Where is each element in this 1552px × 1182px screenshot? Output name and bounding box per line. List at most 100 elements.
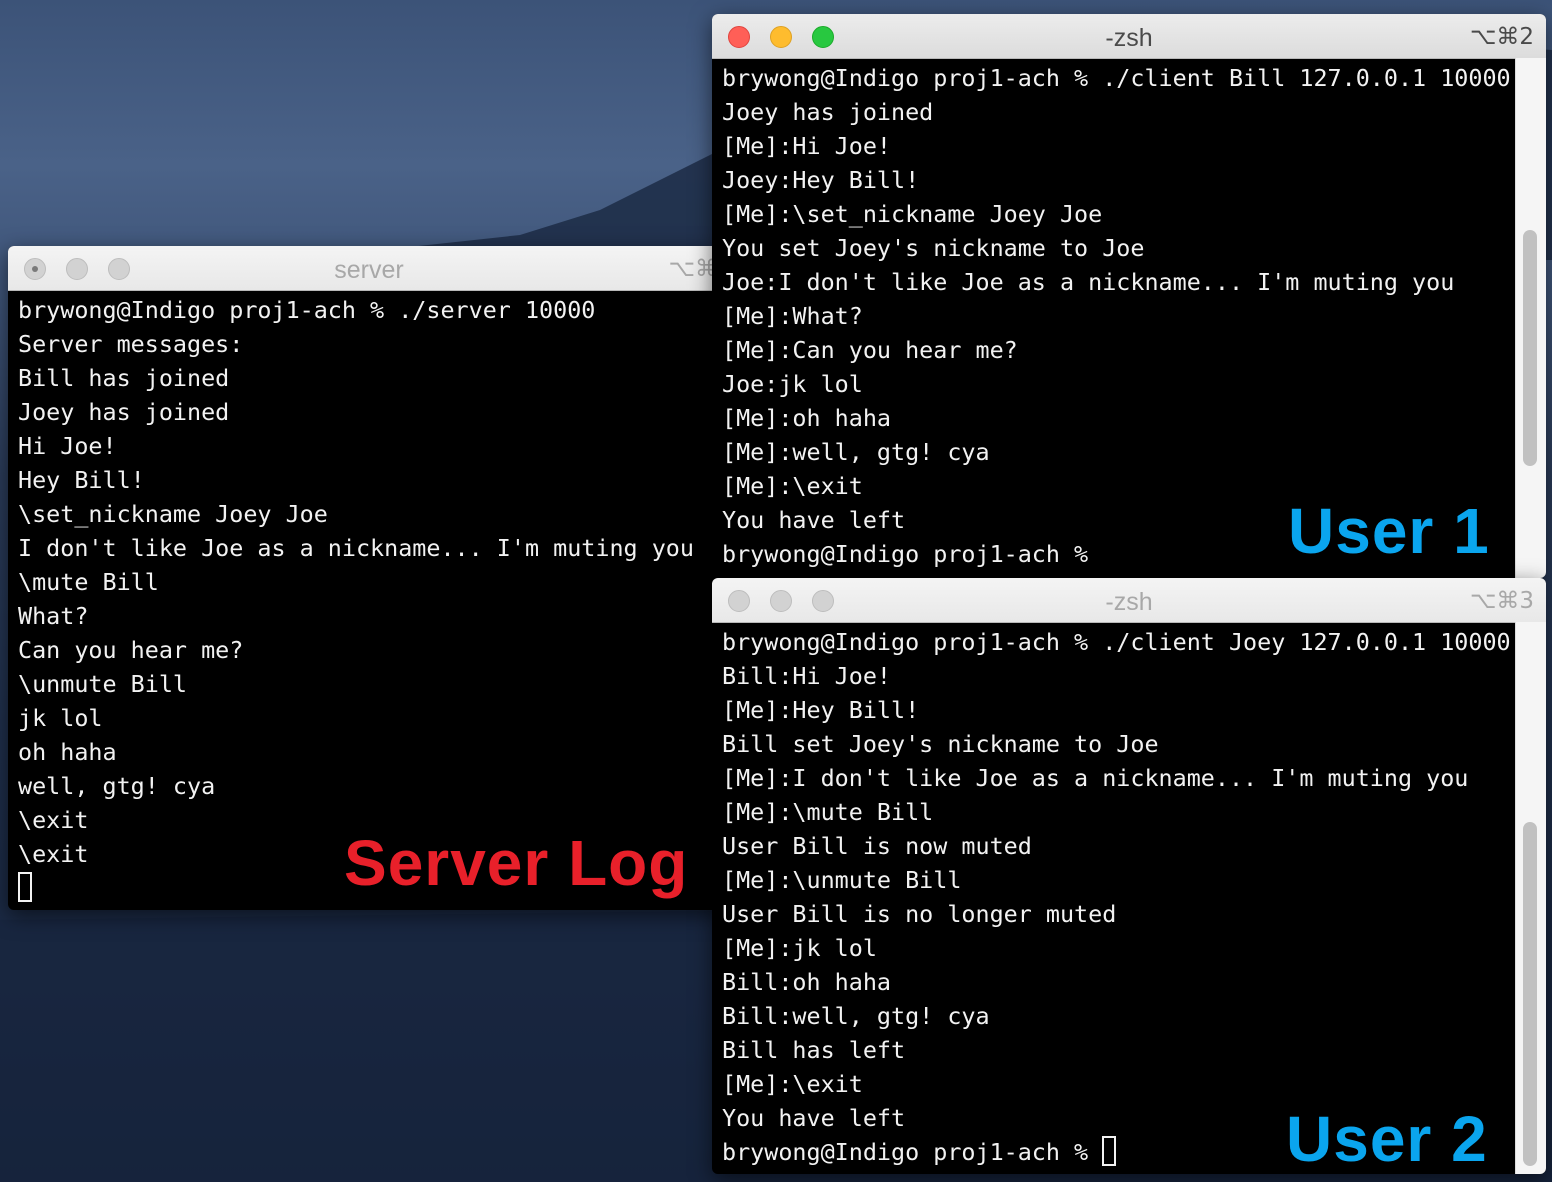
terminal-line: User Bill is no longer muted [722, 897, 1506, 931]
terminal-line-text: You set Joey's nickname to Joe [722, 234, 1145, 262]
terminal-line-text: Bill set Joey's nickname to Joe [722, 730, 1159, 758]
window-shortcut: ⌥⌘ [668, 256, 718, 282]
terminal-line: brywong@Indigo proj1-ach % ./client Bill… [722, 61, 1511, 95]
terminal-line-text: \set_nickname Joey Joe [18, 500, 328, 528]
terminal-line: [Me]:I don't like Joe as a nickname... I… [722, 761, 1506, 795]
terminal-line: I don't like Joe as a nickname... I'm mu… [18, 531, 720, 565]
terminal-line: You set Joey's nickname to Joe [722, 231, 1506, 265]
terminal-line: Bill:oh haha [722, 965, 1506, 999]
scrollbar[interactable] [1515, 622, 1546, 1174]
window-title: -zsh [1105, 588, 1153, 616]
terminal-line: \mute Bill [18, 565, 720, 599]
terminal-line: [Me]:\exit [722, 1067, 1506, 1101]
terminal-line-text: [Me]:\exit [722, 472, 863, 500]
terminal-line: well, gtg! cya [18, 769, 720, 803]
terminal-line: [Me]:oh haha [722, 401, 1506, 435]
terminal-line-text: brywong@Indigo proj1-ach % [722, 540, 1089, 568]
terminal-line-text: I don't like Joe as a nickname... I'm mu… [18, 534, 694, 562]
terminal-line-text: [Me]:Can you hear me? [722, 336, 1018, 364]
terminal-line: \unmute Bill [18, 667, 720, 701]
terminal-line: Joe:jk lol [722, 367, 1506, 401]
terminal-line: jk lol [18, 701, 720, 735]
terminal-line: Joey has joined [722, 95, 1506, 129]
user2-terminal-output[interactable]: brywong@Indigo proj1-ach % ./client Joey… [712, 623, 1546, 1169]
terminal-line-text: [Me]:What? [722, 302, 863, 330]
terminal-line: Joey has joined [18, 395, 720, 429]
terminal-line-text: Hi Joe! [18, 432, 117, 460]
terminal-line: Bill set Joey's nickname to Joe [722, 727, 1506, 761]
terminal-line-text: Bill has left [722, 1036, 906, 1064]
terminal-line-text: Hey Bill! [18, 466, 145, 494]
terminal-line-text: brywong@Indigo proj1-ach % ./server 1000… [18, 296, 596, 324]
terminal-line: Joe:I don't like Joe as a nickname... I'… [722, 265, 1506, 299]
terminal-line-text: Bill:oh haha [722, 968, 891, 996]
terminal-line-text: What? [18, 602, 89, 630]
terminal-line-text: [Me]:\unmute Bill [722, 866, 962, 894]
scrollbar-thumb[interactable] [1523, 230, 1537, 466]
terminal-line: brywong@Indigo proj1-ach % ./client Joey… [722, 625, 1511, 659]
terminal-line: Bill has joined [18, 361, 720, 395]
terminal-line-text: [Me]:\exit [722, 1070, 863, 1098]
terminal-line: [Me]:well, gtg! cya [722, 435, 1506, 469]
text-cursor [1102, 1136, 1117, 1166]
user1-label: User 1 [1288, 495, 1490, 567]
terminal-line-text: oh haha [18, 738, 117, 766]
scrollbar-thumb[interactable] [1523, 822, 1537, 1166]
terminal-line: Hi Joe! [18, 429, 720, 463]
user2-label: User 2 [1286, 1103, 1488, 1174]
terminal-line-text: [Me]:well, gtg! cya [722, 438, 990, 466]
terminal-line-text: \mute Bill [18, 568, 159, 596]
terminal-line: Bill:Hi Joe! [722, 659, 1506, 693]
terminal-line-text: jk lol [18, 704, 103, 732]
terminal-line-text: You have left [722, 1104, 906, 1132]
terminal-line-text: brywong@Indigo proj1-ach % ./client Joey… [722, 628, 1511, 656]
terminal-line: [Me]:\set_nickname Joey Joe [722, 197, 1506, 231]
terminal-line-text: Can you hear me? [18, 636, 244, 664]
terminal-line-text: Bill:Hi Joe! [722, 662, 891, 690]
scrollbar[interactable] [1515, 58, 1546, 578]
terminal-line: [Me]:Can you hear me? [722, 333, 1506, 367]
terminal-line: [Me]:\mute Bill [722, 795, 1506, 829]
window-shortcut: ⌥⌘2 [1469, 24, 1534, 50]
server-terminal-output[interactable]: brywong@Indigo proj1-ach % ./server 1000… [8, 291, 730, 905]
terminal-line-text: \exit [18, 840, 89, 868]
terminal-line-text: well, gtg! cya [18, 772, 216, 800]
terminal-line-text: [Me]:Hey Bill! [722, 696, 920, 724]
terminal-line-text: User Bill is now muted [722, 832, 1032, 860]
terminal-line-text: Joey:Hey Bill! [722, 166, 920, 194]
terminal-line-text: [Me]:jk lol [722, 934, 877, 962]
terminal-line: What? [18, 599, 720, 633]
terminal-line-text: Joey has joined [722, 98, 934, 126]
window-title: server [334, 256, 404, 284]
terminal-line: [Me]:Hey Bill! [722, 693, 1506, 727]
window-shortcut: ⌥⌘3 [1469, 588, 1534, 614]
server-terminal-window[interactable]: server ⌥⌘ brywong@Indigo proj1-ach % ./s… [8, 246, 730, 910]
terminal-line: User Bill is now muted [722, 829, 1506, 863]
user2-terminal-window[interactable]: -zsh ⌥⌘3 brywong@Indigo proj1-ach % ./cl… [712, 578, 1546, 1174]
terminal-line-text: You have left [722, 506, 906, 534]
user1-titlebar[interactable]: -zsh ⌥⌘2 [712, 14, 1546, 59]
text-cursor [18, 872, 32, 902]
terminal-line-text: User Bill is no longer muted [722, 900, 1117, 928]
terminal-line-text: [Me]:Hi Joe! [722, 132, 891, 160]
terminal-line: brywong@Indigo proj1-ach % ./server 1000… [18, 293, 720, 327]
user1-terminal-window[interactable]: -zsh ⌥⌘2 brywong@Indigo proj1-ach % ./cl… [712, 14, 1546, 578]
terminal-line: Bill:well, gtg! cya [722, 999, 1506, 1033]
server-titlebar[interactable]: server ⌥⌘ [8, 246, 730, 291]
terminal-line-text: Joey has joined [18, 398, 230, 426]
user2-titlebar[interactable]: -zsh ⌥⌘3 [712, 578, 1546, 623]
terminal-line-text: Server messages: [18, 330, 244, 358]
terminal-line-text: [Me]:\mute Bill [722, 798, 934, 826]
window-title: -zsh [1105, 24, 1153, 52]
terminal-line: Can you hear me? [18, 633, 720, 667]
terminal-line-text: brywong@Indigo proj1-ach % ./client Bill… [722, 64, 1511, 92]
terminal-line: \set_nickname Joey Joe [18, 497, 720, 531]
terminal-line-text: Bill has joined [18, 364, 230, 392]
terminal-line: Server messages: [18, 327, 720, 361]
terminal-line-text: brywong@Indigo proj1-ach % [722, 1138, 1103, 1166]
terminal-line-text: \exit [18, 806, 89, 834]
terminal-line: [Me]:jk lol [722, 931, 1506, 965]
terminal-line-text: \unmute Bill [18, 670, 187, 698]
terminal-line: oh haha [18, 735, 720, 769]
terminal-line: Joey:Hey Bill! [722, 163, 1506, 197]
